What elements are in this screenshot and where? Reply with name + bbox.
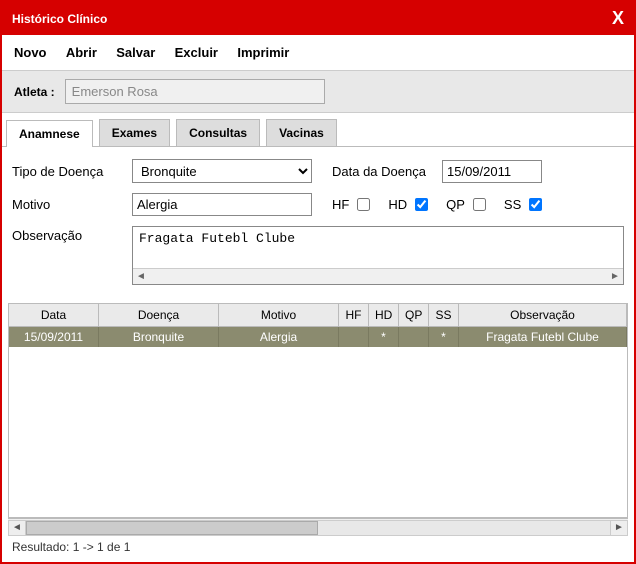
atleta-row: Atleta : (2, 71, 634, 113)
grid-header-hf[interactable]: HF (339, 304, 369, 326)
grid-body[interactable]: 15/09/2011 Bronquite Alergia * * Fragata… (9, 327, 627, 517)
cell-obs: Fragata Futebl Clube (459, 327, 627, 347)
tabs: Anamnese Exames Consultas Vacinas (2, 119, 634, 147)
grid-header-ss[interactable]: SS (429, 304, 459, 326)
hf-label: HF (332, 197, 349, 212)
grid-header-data[interactable]: Data (9, 304, 99, 326)
tab-consultas[interactable]: Consultas (176, 119, 260, 146)
grid-header-hd[interactable]: HD (369, 304, 399, 326)
obs-label: Observação (12, 226, 132, 243)
tab-anamnese[interactable]: Anamnese (6, 120, 93, 147)
cell-hf (339, 327, 369, 347)
cell-motivo: Alergia (219, 327, 339, 347)
grid-hscroll[interactable]: ◄ ► (8, 518, 628, 536)
cell-qp (399, 327, 429, 347)
close-icon[interactable]: X (612, 8, 624, 29)
window-title: Histórico Clínico (12, 12, 107, 26)
grid-hscroll-track[interactable] (26, 520, 610, 536)
chevron-left-icon[interactable]: ◄ (133, 271, 149, 282)
result-bar: Resultado: 1 -> 1 de 1 (2, 536, 634, 562)
menu-abrir[interactable]: Abrir (66, 45, 97, 60)
motivo-input[interactable] (132, 193, 312, 216)
obs-wrap: ◄ ► (132, 226, 624, 285)
tipo-doenca-label: Tipo de Doença (12, 164, 132, 179)
grid-hscroll-thumb[interactable] (26, 521, 318, 535)
obs-hscroll[interactable]: ◄ ► (133, 268, 623, 284)
hf-checkbox[interactable] (357, 198, 370, 211)
tipo-doenca-select[interactable]: Bronquite (132, 159, 312, 183)
ss-checkbox[interactable] (529, 198, 542, 211)
chevron-right-icon[interactable]: ► (607, 271, 623, 282)
tab-exames[interactable]: Exames (99, 119, 170, 146)
hd-checkbox[interactable] (415, 198, 428, 211)
qp-checkbox[interactable] (473, 198, 486, 211)
menu-salvar[interactable]: Salvar (116, 45, 155, 60)
cell-ss: * (429, 327, 459, 347)
titlebar: Histórico Clínico X (2, 2, 634, 35)
form-area: Tipo de Doença Bronquite Data da Doença … (2, 147, 634, 297)
data-doenca-input[interactable] (442, 160, 542, 183)
menu-novo[interactable]: Novo (14, 45, 47, 60)
grid: Data Doença Motivo HF HD QP SS Observaçã… (8, 303, 628, 518)
grid-header-qp[interactable]: QP (399, 304, 429, 326)
grid-header-doenca[interactable]: Doença (99, 304, 219, 326)
ss-label: SS (504, 197, 521, 212)
tab-vacinas[interactable]: Vacinas (266, 119, 337, 146)
table-row[interactable]: 15/09/2011 Bronquite Alergia * * Fragata… (9, 327, 627, 347)
cell-hd: * (369, 327, 399, 347)
cell-data: 15/09/2011 (9, 327, 99, 347)
chevron-right-icon[interactable]: ► (610, 520, 628, 536)
grid-header-motivo[interactable]: Motivo (219, 304, 339, 326)
atleta-input[interactable] (65, 79, 325, 104)
grid-header-obs[interactable]: Observação (459, 304, 627, 326)
motivo-label: Motivo (12, 197, 132, 212)
obs-textarea[interactable] (133, 227, 623, 265)
atleta-label: Atleta : (14, 85, 55, 99)
cell-doenca: Bronquite (99, 327, 219, 347)
window: Histórico Clínico X Novo Abrir Salvar Ex… (0, 0, 636, 564)
checkbox-group: HF HD QP SS (332, 197, 554, 212)
grid-header: Data Doença Motivo HF HD QP SS Observaçã… (9, 304, 627, 327)
qp-label: QP (446, 197, 465, 212)
hd-label: HD (388, 197, 407, 212)
menu-excluir[interactable]: Excluir (175, 45, 218, 60)
data-doenca-label: Data da Doença (332, 164, 442, 179)
menu-imprimir[interactable]: Imprimir (237, 45, 289, 60)
chevron-left-icon[interactable]: ◄ (8, 520, 26, 536)
menubar: Novo Abrir Salvar Excluir Imprimir (2, 35, 634, 71)
